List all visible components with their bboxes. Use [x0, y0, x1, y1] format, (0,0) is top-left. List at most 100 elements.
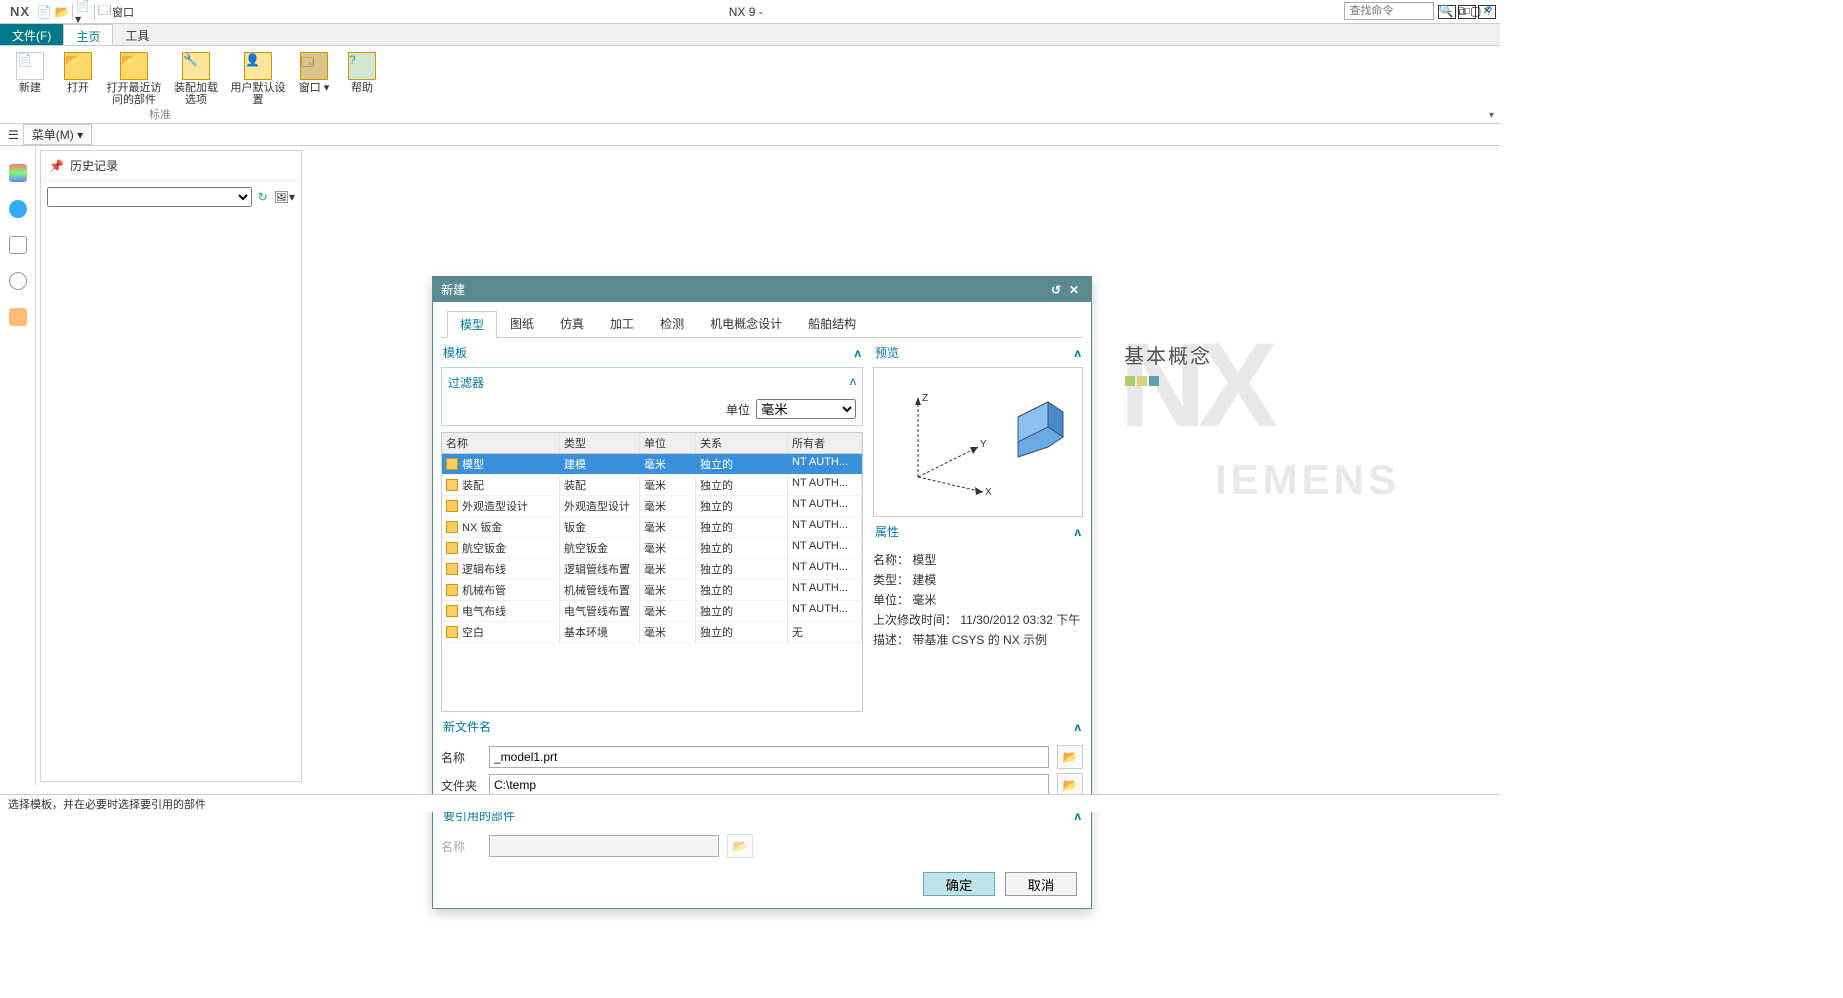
- pin-icon[interactable]: 📌: [49, 159, 64, 173]
- open-button[interactable]: 📂打开: [56, 50, 100, 119]
- properties-pane: 名称： 模型 类型： 建模 单位： 毫米 上次修改时间： 11/30/2012 …: [873, 546, 1083, 650]
- search-input[interactable]: [1344, 2, 1434, 20]
- table-row[interactable]: 装配装配毫米独立的NT AUTH...: [442, 475, 862, 496]
- ribbon: 📄新建 📂打开 📂打开最近访问的部件 🔧装配加载选项 👤用户默认设置 🗔窗口 ▾…: [0, 46, 1500, 124]
- app-logo: NX: [4, 4, 36, 19]
- help-icon[interactable]: ?: [1485, 4, 1492, 18]
- table-row[interactable]: 逻辑布线逻辑管线布置毫米独立的NT AUTH...: [442, 559, 862, 580]
- dlg-tab-mechatronics[interactable]: 机电概念设计: [697, 310, 795, 337]
- table-row[interactable]: 模型建模毫米独立的NT AUTH...: [442, 454, 862, 475]
- preview-pane: Z X Y: [873, 367, 1083, 517]
- dialog-footer: 确定 取消: [441, 862, 1083, 900]
- section-templates[interactable]: 模板ʌ: [441, 338, 863, 367]
- sidebar-doc-icon[interactable]: [9, 236, 27, 254]
- dialog-tabs: 模型 图纸 仿真 加工 检测 机电概念设计 船舶结构: [441, 310, 1083, 338]
- table-header: 名称 类型 单位 关系 所有者: [442, 433, 862, 454]
- dlg-tab-mfg[interactable]: 加工: [597, 310, 647, 337]
- unit-select[interactable]: 毫米: [756, 399, 856, 419]
- section-preview[interactable]: 预览ʌ: [873, 338, 1083, 367]
- window-title: NX 9 -: [134, 5, 1357, 19]
- save-icon[interactable]: 📄▾: [72, 4, 88, 20]
- col-name[interactable]: 名称: [442, 433, 560, 453]
- history-panel: 📌 历史记录 ↻ 🖼▾: [40, 150, 302, 782]
- name-label: 名称: [441, 749, 481, 766]
- table-row[interactable]: 空白基本环境毫米独立的无: [442, 622, 862, 643]
- window-label[interactable]: 窗口: [112, 4, 134, 20]
- filename-input[interactable]: [489, 746, 1049, 768]
- watermark-text: 基本概念: [1124, 340, 1212, 392]
- dlg-tab-sim[interactable]: 仿真: [547, 310, 597, 337]
- ribbon-expand-icon[interactable]: ▾: [1489, 110, 1494, 121]
- table-row[interactable]: 电气布线电气管线布置毫米独立的NT AUTH...: [442, 601, 862, 622]
- menu-button[interactable]: 菜单(M) ▾: [23, 124, 92, 145]
- dialog-titlebar[interactable]: 新建 ↺ ✕: [433, 277, 1091, 302]
- refresh-icon[interactable]: ↻: [258, 190, 268, 204]
- open-icon[interactable]: 📂: [54, 4, 70, 20]
- restore-icon[interactable]: ⧉: [1457, 4, 1466, 19]
- template-table: 名称 类型 单位 关系 所有者 模型建模毫米独立的NT AUTH...装配装配毫…: [441, 432, 863, 712]
- table-row[interactable]: 航空钣金航空钣金毫米独立的NT AUTH...: [442, 538, 862, 559]
- svg-text:X: X: [985, 487, 992, 498]
- dialog-reset-icon[interactable]: ↺: [1047, 283, 1065, 297]
- col-owner[interactable]: 所有者: [788, 433, 862, 453]
- filter-box: 过滤器ʌ 单位 毫米: [441, 367, 863, 426]
- ref-name-input: [489, 835, 719, 857]
- col-relation[interactable]: 关系: [696, 433, 788, 453]
- open-recent-button[interactable]: 📂打开最近访问的部件: [104, 50, 164, 119]
- preview-image: Z X Y: [888, 377, 1068, 507]
- statusbar: 选择模板，并在必要时选择要引用的部件: [0, 794, 1500, 812]
- menubar: ☰ 菜单(M) ▾: [0, 124, 1500, 146]
- ok-button[interactable]: 确定: [923, 872, 995, 896]
- dlg-tab-inspect[interactable]: 检测: [647, 310, 697, 337]
- menu-icon: ☰: [8, 128, 19, 142]
- table-row[interactable]: NX 钣金钣金毫米独立的NT AUTH...: [442, 517, 862, 538]
- command-search: 🔍 ⧉ ▢ ?: [1344, 2, 1492, 20]
- newfile-name-row: 名称 📂: [441, 745, 1083, 769]
- table-row[interactable]: 机械布管机械管线布置毫米独立的NT AUTH...: [442, 580, 862, 601]
- svg-text:Y: Y: [980, 439, 987, 450]
- watermark-siemens: IEMENS: [1215, 456, 1400, 504]
- dlg-tab-model[interactable]: 模型: [447, 311, 497, 338]
- user-defaults-button[interactable]: 👤用户默认设置: [228, 50, 288, 119]
- help-button[interactable]: ?帮助: [340, 50, 384, 119]
- history-select[interactable]: [47, 187, 252, 207]
- quick-access-toolbar: 📄 📂 📄▾ 🗔 窗口: [36, 4, 134, 20]
- main-area: 📌历史记录 ↻ 🖼▾ NX 基本概念 IEMENS 新建 ↺ ✕ 模型 图纸 仿…: [0, 146, 1500, 786]
- new-icon[interactable]: 📄: [36, 4, 52, 20]
- section-properties[interactable]: 属性ʌ: [873, 517, 1083, 546]
- folder-input[interactable]: [489, 774, 1049, 796]
- col-unit[interactable]: 单位: [640, 433, 696, 453]
- tab-home[interactable]: 主页: [63, 24, 113, 45]
- chevron-up-icon: ʌ: [854, 346, 861, 360]
- chevron-up-icon: ʌ: [1074, 525, 1081, 539]
- collapse-icon[interactable]: ▢: [1470, 4, 1481, 18]
- dialog-close-icon[interactable]: ✕: [1065, 283, 1083, 297]
- browse-name-button[interactable]: 📂: [1057, 745, 1083, 769]
- sidebar-clock-icon[interactable]: [9, 272, 27, 290]
- sidebar-info-icon[interactable]: [9, 200, 27, 218]
- cancel-button[interactable]: 取消: [1005, 872, 1077, 896]
- folder-label: 文件夹: [441, 777, 481, 794]
- window-button[interactable]: 🗔窗口 ▾: [292, 50, 336, 119]
- tab-file[interactable]: 文件(F): [0, 24, 63, 45]
- chevron-up-icon[interactable]: ʌ: [850, 374, 856, 391]
- history-panel-title: 历史记录: [70, 157, 118, 174]
- tab-tools[interactable]: 工具: [113, 24, 161, 45]
- col-type[interactable]: 类型: [560, 433, 640, 453]
- titlebar: NX 📄 📂 📄▾ 🗔 窗口 NX 9 - SIEMENS — □ ✕: [0, 0, 1500, 24]
- sidebar-roles-icon[interactable]: [9, 308, 27, 326]
- chevron-up-icon: ʌ: [1074, 346, 1081, 360]
- window-icon[interactable]: 🗔: [94, 4, 110, 20]
- assembly-options-button[interactable]: 🔧装配加载选项: [168, 50, 224, 119]
- new-button[interactable]: 📄新建: [8, 50, 52, 119]
- search-icon[interactable]: 🔍: [1438, 4, 1453, 18]
- table-row[interactable]: 外观造型设计外观造型设计毫米独立的NT AUTH...: [442, 496, 862, 517]
- section-newfile[interactable]: 新文件名ʌ: [441, 712, 1083, 741]
- sidebar-history-icon[interactable]: [9, 164, 27, 182]
- dlg-tab-ship[interactable]: 船舶结构: [795, 310, 869, 337]
- thumbnail-icon[interactable]: 🖼▾: [274, 190, 295, 204]
- dlg-tab-drawing[interactable]: 图纸: [497, 310, 547, 337]
- resource-bar: [0, 146, 36, 786]
- chevron-up-icon: ʌ: [1074, 720, 1081, 734]
- ref-name-label: 名称: [441, 838, 481, 855]
